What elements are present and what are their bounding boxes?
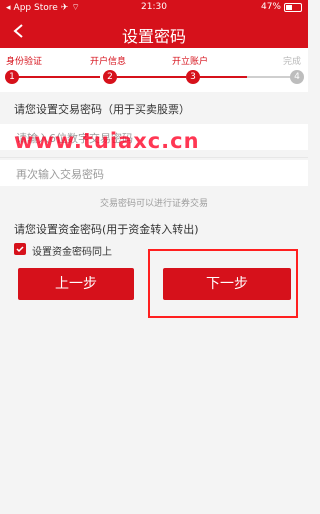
page-title: 设置密码 [121,27,186,46]
step-label-3: 开立账户 [172,57,209,67]
trade-password-row-2 [0,160,308,188]
step-label-4: 完成 [283,57,302,67]
status-right: 47% [261,2,302,12]
watermark: www.tuiaxc.cn [14,129,200,153]
step-line-1 [14,76,100,78]
next-button-highlight [148,249,298,318]
row-divider-1 [0,157,308,158]
trade-password-confirm-input[interactable] [14,160,298,188]
battery-fill [286,4,292,10]
trade-password-title: 请您设置交易密码（用于买卖股票） [14,103,190,116]
step-dot-2: 2 [103,70,117,84]
step-label-1: 身份验证 [6,57,43,67]
step-label-2: 开户信息 [90,57,127,67]
step-dot-3: 3 [186,70,200,84]
battery-icon [284,2,302,12]
checkmark-icon [16,246,24,253]
top-header: ◂ App Store ✈ ⌔ 21:30 47% 设置密码 [0,0,308,48]
trade-password-hint: 交易密码可以进行证券交易 [99,199,208,209]
status-bar: ◂ App Store ✈ ⌔ 21:30 47% [0,0,308,16]
step-line-2 [112,76,186,78]
step-dot-1: 1 [5,70,19,84]
step-dot-4: 4 [290,70,304,84]
battery-percent: 47% [260,2,281,12]
same-password-checkbox[interactable] [14,243,26,255]
prev-step-button[interactable]: 上一步 [18,268,134,300]
step-line-4 [247,76,291,78]
steps-bar [0,48,308,92]
same-password-label: 设置资金密码同上 [32,247,112,258]
fund-password-title: 请您设置资金密码(用于资金转入转出) [14,223,199,236]
step-line-3 [197,76,247,78]
